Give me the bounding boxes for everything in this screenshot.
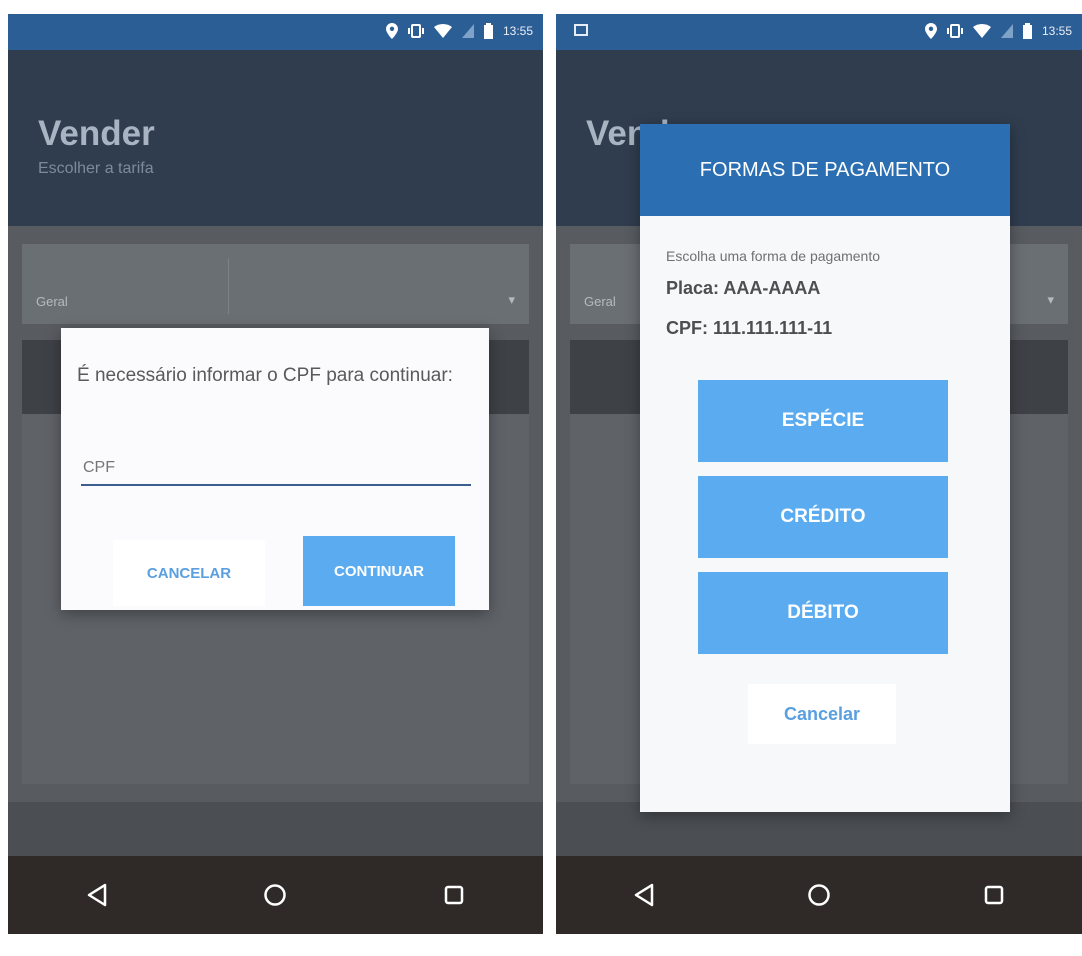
dialog-title: FORMAS DE PAGAMENTO [640, 124, 1010, 216]
payment-prompt: Escolha uma forma de pagamento [666, 248, 881, 264]
dropdown-arrow-icon: ▾ [508, 292, 515, 307]
tariff-select[interactable]: Geral ▾ [22, 244, 529, 324]
continue-button[interactable]: CONTINUAR [303, 536, 455, 606]
recents-button[interactable] [424, 865, 484, 925]
signal-icon [461, 24, 474, 38]
payment-methods-dialog: FORMAS DE PAGAMENTO Escolha uma forma de… [640, 124, 1010, 812]
navigation-bar [556, 856, 1082, 934]
phone-screen-left: 13:55 Vender Escolher a tarifa Geral ▾ É… [8, 14, 543, 934]
home-button[interactable] [789, 865, 849, 925]
screenshot-notification-icon [574, 24, 588, 36]
wifi-icon [972, 24, 991, 38]
signal-icon [1000, 24, 1013, 38]
app-bar: Vender Escolher a tarifa [8, 50, 543, 226]
recents-square-icon [985, 885, 1004, 905]
bottom-strip [8, 802, 543, 862]
recents-button[interactable] [964, 865, 1024, 925]
divider [228, 258, 229, 314]
wifi-icon [433, 24, 452, 38]
back-button[interactable] [614, 865, 674, 925]
credit-button[interactable]: CRÉDITO [698, 476, 948, 558]
recents-square-icon [444, 885, 464, 905]
status-bar: 13:55 [8, 14, 543, 50]
battery-icon [483, 23, 493, 39]
status-time: 13:55 [502, 24, 533, 38]
cpf-dialog-message: É necessário informar o CPF para continu… [77, 365, 453, 386]
location-icon [385, 23, 398, 39]
battery-icon [1022, 23, 1032, 39]
home-circle-icon [264, 884, 287, 906]
vibrate-icon [946, 24, 963, 38]
debit-button[interactable]: DÉBITO [698, 572, 948, 654]
back-triangle-icon [634, 883, 653, 907]
plate-value: Placa: AAA-AAAA [666, 278, 821, 298]
cash-button[interactable]: ESPÉCIE [698, 380, 948, 462]
tariff-select-label: Geral [584, 294, 616, 309]
home-circle-icon [808, 884, 830, 906]
back-triangle-icon [87, 883, 107, 907]
location-icon [924, 23, 937, 39]
status-time: 13:55 [1041, 24, 1072, 38]
page-subtitle: Escolher a tarifa [38, 160, 154, 177]
home-button[interactable] [245, 865, 305, 925]
navigation-bar [8, 856, 543, 934]
tariff-select-label: Geral [36, 294, 68, 309]
status-bar: 13:55 [556, 14, 1082, 50]
phone-screen-right: 13:55 Vender Geral ▾ FORMAS DE PAGAMENTO… [556, 14, 1082, 934]
cpf-input[interactable] [81, 452, 471, 486]
cancel-button[interactable]: Cancelar [748, 684, 896, 744]
cpf-value: CPF: 111.111.111-11 [666, 318, 833, 338]
dropdown-arrow-icon: ▾ [1047, 292, 1054, 307]
back-button[interactable] [67, 865, 127, 925]
cancel-button[interactable]: CANCELAR [113, 540, 265, 606]
page-title: Vender [38, 114, 155, 153]
vibrate-icon [407, 24, 424, 38]
cpf-dialog: É necessário informar o CPF para continu… [61, 328, 489, 610]
